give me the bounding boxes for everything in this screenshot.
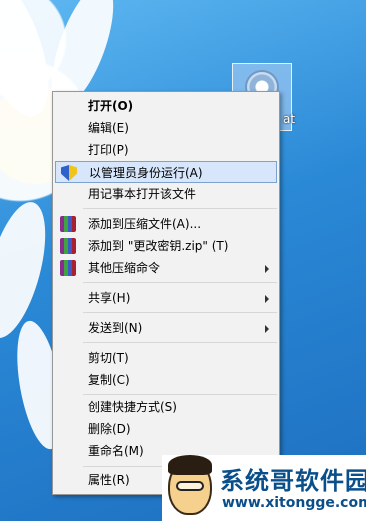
menu-item-open-with-notepad[interactable]: 用记事本打开该文件 bbox=[55, 183, 277, 205]
menu-item-label: 其他压缩命令 bbox=[88, 261, 161, 275]
shield-icon bbox=[61, 165, 77, 181]
menu-item-share[interactable]: 共享(H) bbox=[55, 287, 277, 309]
menu-item-label: 编辑(E) bbox=[88, 121, 129, 135]
submenu-arrow-icon bbox=[265, 325, 269, 333]
menu-item-label: 创建快捷方式(S) bbox=[88, 400, 177, 414]
context-menu: 打开(O) 编辑(E) 打印(P) 以管理员身份运行(A) 用记事本打开该文件 … bbox=[52, 91, 280, 495]
menu-item-label: 打印(P) bbox=[88, 143, 129, 157]
watermark-url: www.xitongge.com bbox=[222, 495, 366, 511]
menu-separator bbox=[83, 342, 277, 343]
menu-item-label: 打开(O) bbox=[88, 99, 134, 113]
menu-item-label: 剪切(T) bbox=[88, 351, 129, 365]
menu-item-label: 以管理员身份运行(A) bbox=[89, 166, 203, 180]
menu-item-cut[interactable]: 剪切(T) bbox=[55, 347, 277, 369]
menu-separator bbox=[83, 312, 277, 313]
menu-item-edit[interactable]: 编辑(E) bbox=[55, 117, 277, 139]
menu-item-other-compress[interactable]: 其他压缩命令 bbox=[55, 257, 277, 279]
menu-item-label: 复制(C) bbox=[88, 373, 130, 387]
menu-item-run-as-admin[interactable]: 以管理员身份运行(A) bbox=[55, 161, 277, 183]
menu-item-add-to-zip[interactable]: 添加到 "更改密钥.zip" (T) bbox=[55, 235, 277, 257]
winrar-icon bbox=[60, 216, 76, 232]
watermark-title: 系统哥软件园 bbox=[220, 467, 366, 495]
winrar-icon bbox=[60, 238, 76, 254]
watermark-logo: 系统哥软件园 www.xitongge.com bbox=[162, 455, 366, 521]
menu-item-label: 删除(D) bbox=[88, 422, 131, 436]
menu-item-add-to-archive[interactable]: 添加到压缩文件(A)... bbox=[55, 213, 277, 235]
menu-item-label: 添加到 "更改密钥.zip" (T) bbox=[88, 239, 229, 253]
submenu-arrow-icon bbox=[265, 295, 269, 303]
menu-item-label: 属性(R) bbox=[88, 473, 130, 487]
winrar-icon bbox=[60, 260, 76, 276]
menu-item-send-to[interactable]: 发送到(N) bbox=[55, 317, 277, 339]
menu-item-open[interactable]: 打开(O) bbox=[55, 95, 277, 117]
menu-separator bbox=[83, 208, 277, 209]
mascot-face-icon bbox=[168, 455, 212, 515]
menu-item-print[interactable]: 打印(P) bbox=[55, 139, 277, 161]
desktop-file-label: at bbox=[283, 112, 296, 126]
menu-item-label: 用记事本打开该文件 bbox=[88, 187, 197, 201]
menu-item-copy[interactable]: 复制(C) bbox=[55, 369, 277, 391]
menu-item-label: 共享(H) bbox=[88, 291, 131, 305]
menu-separator bbox=[83, 394, 277, 395]
submenu-arrow-icon bbox=[265, 265, 269, 273]
menu-item-label: 添加到压缩文件(A)... bbox=[88, 217, 202, 231]
menu-item-label: 重命名(M) bbox=[88, 444, 144, 458]
menu-item-delete[interactable]: 删除(D) bbox=[55, 418, 277, 440]
menu-item-create-shortcut[interactable]: 创建快捷方式(S) bbox=[55, 396, 277, 418]
menu-separator bbox=[83, 282, 277, 283]
menu-item-label: 发送到(N) bbox=[88, 321, 143, 335]
